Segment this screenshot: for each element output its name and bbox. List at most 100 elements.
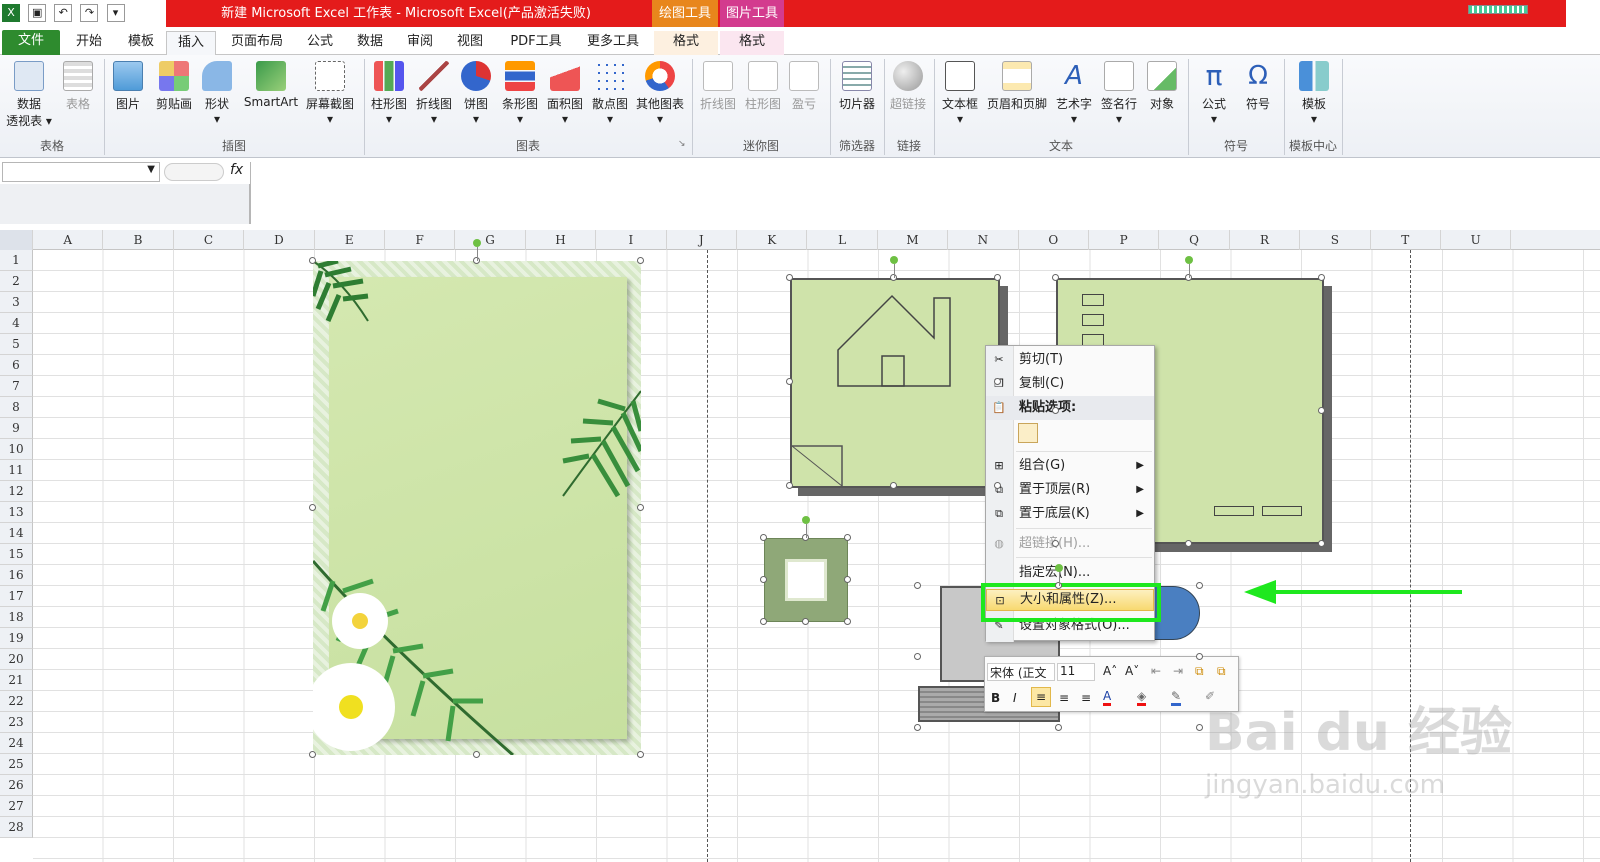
row-header-26[interactable]: 26 bbox=[0, 775, 33, 796]
resize-handle[interactable] bbox=[1185, 540, 1192, 547]
resize-handle[interactable] bbox=[637, 504, 644, 511]
header-footer-button[interactable]: 页眉和页脚 bbox=[983, 55, 1051, 112]
row-header-13[interactable]: 13 bbox=[0, 502, 33, 523]
row-header-8[interactable]: 8 bbox=[0, 397, 33, 418]
undo-icon[interactable]: ↶ bbox=[54, 4, 73, 22]
tab-more-tools[interactable]: 更多工具 bbox=[578, 31, 648, 55]
menu-item-cut[interactable]: ✂ 剪切(T) bbox=[986, 348, 1154, 372]
row-header-23[interactable]: 23 bbox=[0, 712, 33, 733]
tab-home[interactable]: 开始 bbox=[66, 31, 112, 55]
resize-handle[interactable] bbox=[844, 534, 851, 541]
row-header-25[interactable]: 25 bbox=[0, 754, 33, 775]
column-header-C[interactable]: C bbox=[174, 230, 245, 250]
menu-item-copy[interactable]: ❐复制(C) bbox=[986, 372, 1154, 396]
redo-icon[interactable]: ↷ bbox=[80, 4, 99, 22]
row-header-3[interactable]: 3 bbox=[0, 292, 33, 313]
font-name-select[interactable]: 宋体 (正文 bbox=[987, 663, 1055, 681]
tab-pdf-tools[interactable]: PDF工具 bbox=[500, 31, 572, 55]
column-header-P[interactable]: P bbox=[1089, 230, 1160, 250]
tab-drawing-format[interactable]: 格式 bbox=[654, 31, 718, 55]
resize-handle[interactable] bbox=[1052, 407, 1059, 414]
row-header-2[interactable]: 2 bbox=[0, 271, 33, 292]
menu-item-bring-to-front[interactable]: ⧉ 置于顶层(R) ▶ bbox=[986, 478, 1154, 502]
resize-handle[interactable] bbox=[760, 534, 767, 541]
hyperlink-button[interactable]: 超链接 bbox=[886, 55, 930, 112]
formula-resize-handle[interactable] bbox=[164, 163, 224, 181]
resize-handle[interactable] bbox=[1318, 540, 1325, 547]
row-header-17[interactable]: 17 bbox=[0, 586, 33, 607]
fill-color-icon[interactable]: ◈ bbox=[1137, 689, 1147, 706]
column-header-N[interactable]: N bbox=[948, 230, 1019, 250]
resize-handle[interactable] bbox=[309, 504, 316, 511]
bring-forward-icon[interactable]: ⧉ bbox=[1195, 664, 1204, 679]
resize-handle[interactable] bbox=[914, 653, 921, 660]
tab-review[interactable]: 审阅 bbox=[398, 31, 442, 55]
pivot-table-button[interactable]: 数据 透视表 ▾ bbox=[4, 55, 54, 129]
grow-font-icon[interactable]: A˄ bbox=[1103, 664, 1117, 678]
resize-handle[interactable] bbox=[309, 257, 316, 264]
row-header-5[interactable]: 5 bbox=[0, 334, 33, 355]
resize-handle[interactable] bbox=[1196, 582, 1203, 589]
tab-insert[interactable]: 插入 bbox=[166, 31, 216, 55]
dialog-launcher-icon[interactable]: ↘ bbox=[678, 139, 686, 149]
tab-template[interactable]: 模板 bbox=[118, 31, 164, 55]
row-header-16[interactable]: 16 bbox=[0, 565, 33, 586]
wordart-button[interactable]: A 艺术字 ▾ bbox=[1052, 55, 1096, 126]
sparkline-line-button[interactable]: 折线图 bbox=[696, 55, 740, 112]
tab-formulas[interactable]: 公式 bbox=[298, 31, 342, 55]
picture-button[interactable]: 图片 bbox=[110, 55, 146, 112]
menu-item-group[interactable]: ⊞ 组合(G) ▶ bbox=[986, 454, 1154, 478]
tab-view[interactable]: 视图 bbox=[448, 31, 492, 55]
resize-handle[interactable] bbox=[890, 482, 897, 489]
column-header-M[interactable]: M bbox=[878, 230, 949, 250]
object-button[interactable]: 对象 bbox=[1142, 55, 1182, 112]
resize-handle[interactable] bbox=[1196, 724, 1203, 731]
resize-handle[interactable] bbox=[786, 274, 793, 281]
resize-handle[interactable] bbox=[760, 576, 767, 583]
signature-line-button[interactable]: 签名行 ▾ bbox=[1097, 55, 1141, 126]
column-header-B[interactable]: B bbox=[103, 230, 174, 250]
rotate-handle[interactable] bbox=[473, 239, 481, 247]
insert-function-button[interactable]: fx bbox=[230, 162, 243, 178]
column-header-K[interactable]: K bbox=[737, 230, 808, 250]
column-header-D[interactable]: D bbox=[244, 230, 315, 250]
menu-item-hyperlink[interactable]: ◍超链接(H)... bbox=[986, 532, 1154, 556]
other-charts-button[interactable]: 其他图表 ▾ bbox=[632, 55, 688, 126]
template-button[interactable]: 模板 ▾ bbox=[1290, 55, 1338, 126]
rotate-handle[interactable] bbox=[1185, 256, 1193, 264]
resize-handle[interactable] bbox=[1052, 540, 1059, 547]
row-header-24[interactable]: 24 bbox=[0, 733, 33, 754]
row-header-21[interactable]: 21 bbox=[0, 670, 33, 691]
resize-handle[interactable] bbox=[844, 576, 851, 583]
sparkline-column-button[interactable]: 柱形图 bbox=[741, 55, 785, 112]
formula-input[interactable] bbox=[250, 162, 1600, 224]
column-header-J[interactable]: J bbox=[667, 230, 737, 250]
scatter-chart-button[interactable]: 散点图 ▾ bbox=[588, 55, 632, 126]
frame-shape[interactable] bbox=[764, 538, 848, 622]
row-header-4[interactable]: 4 bbox=[0, 313, 33, 334]
tab-picture-tools[interactable]: 图片工具 bbox=[720, 0, 784, 27]
row-header-9[interactable]: 9 bbox=[0, 418, 33, 439]
resize-handle[interactable] bbox=[914, 724, 921, 731]
row-header-19[interactable]: 19 bbox=[0, 628, 33, 649]
column-header-L[interactable]: L bbox=[807, 230, 878, 250]
resize-handle[interactable] bbox=[802, 618, 809, 625]
clipart-button[interactable]: 剪贴画 bbox=[150, 55, 198, 112]
sparkline-winloss-button[interactable]: 盈亏 bbox=[786, 55, 822, 112]
area-chart-button[interactable]: 面积图 ▾ bbox=[543, 55, 587, 126]
column-header-S[interactable]: S bbox=[1300, 230, 1371, 250]
row-header-12[interactable]: 12 bbox=[0, 481, 33, 502]
bold-icon[interactable]: B bbox=[991, 691, 1000, 705]
column-header-F[interactable]: F bbox=[385, 230, 456, 250]
row-header-7[interactable]: 7 bbox=[0, 376, 33, 397]
equation-button[interactable]: π 公式 ▾ bbox=[1194, 55, 1234, 127]
row-header-14[interactable]: 14 bbox=[0, 523, 33, 544]
table-button[interactable]: 表格 bbox=[58, 55, 98, 112]
rotate-handle[interactable] bbox=[890, 256, 898, 264]
resize-handle[interactable] bbox=[1196, 653, 1203, 660]
row-header-11[interactable]: 11 bbox=[0, 460, 33, 481]
line-chart-button[interactable]: 折线图 ▾ bbox=[412, 55, 456, 126]
select-all-button[interactable] bbox=[0, 230, 33, 250]
pie-chart-button[interactable]: 饼图 ▾ bbox=[458, 55, 494, 126]
rotate-handle[interactable] bbox=[802, 516, 810, 524]
